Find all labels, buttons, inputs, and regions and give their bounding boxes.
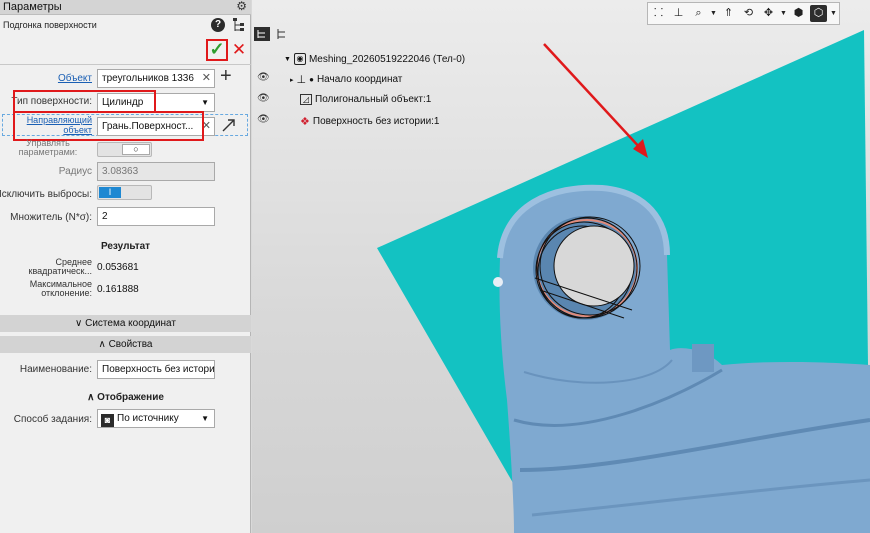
axis-icon: ⊥ xyxy=(296,74,307,86)
chevron-down-icon: ▼ xyxy=(201,414,209,423)
view-cube-icon[interactable]: ⬢ xyxy=(790,5,807,22)
result-heading: Результат xyxy=(100,241,151,252)
toggle-knob: I xyxy=(99,187,121,198)
shaded-display-icon[interactable]: ⬡ xyxy=(810,5,827,22)
tree-root[interactable]: ▼ ◉ Meshing_20260519222046 (Тел-0) xyxy=(284,53,465,65)
pan-icon[interactable]: ✥ xyxy=(760,5,777,22)
radius-label: Радиус xyxy=(58,166,92,177)
coordinate-system-icon[interactable]: ⊥ xyxy=(670,5,687,22)
add-icon[interactable]: + xyxy=(220,66,232,86)
collapse-icon[interactable]: ▸ xyxy=(290,76,294,84)
name-input[interactable]: Поверхность без истории xyxy=(97,360,215,379)
eye-icon[interactable]: 👁 xyxy=(257,114,270,125)
tree-filter-icon[interactable] xyxy=(274,27,290,41)
ok-button[interactable]: ✓ xyxy=(206,39,228,61)
point-icon: ● xyxy=(309,75,314,84)
outliers-toggle[interactable]: I xyxy=(97,185,152,200)
method-label: Способ задания: xyxy=(13,414,92,425)
radius-field: 3.08363 xyxy=(97,162,215,181)
body-icon: ◉ xyxy=(293,53,306,65)
cancel-button[interactable]: ✕ xyxy=(231,40,247,60)
model-viewport[interactable]: ⸬ ⊥ ⌕ ▼ ⇑ ⟲ ✥ ▼ ⬢ ⬡ ▼ ▼ ◉ Meshing_202605… xyxy=(252,0,870,533)
object-value: треугольников 1336 xyxy=(102,73,194,84)
mesh-object-icon: ◿ xyxy=(300,94,312,105)
tree-item-surface[interactable]: ❖ Поверхность без истории:1 xyxy=(300,115,440,128)
toggle-knob: ○ xyxy=(122,144,150,155)
multiplier-label: Множитель (N*σ): xyxy=(10,212,92,223)
max-dev-value: 0.161888 xyxy=(97,284,139,295)
multiplier-input[interactable]: 2 xyxy=(97,207,215,226)
annotation-arrow xyxy=(543,43,648,158)
chevron-down-icon[interactable]: ▼ xyxy=(830,5,837,22)
method-select[interactable]: ◙ По источнику ▼ xyxy=(97,409,215,428)
expand-icon[interactable]: ▼ xyxy=(284,56,291,63)
clear-icon[interactable]: ✕ xyxy=(202,70,211,87)
coord-system-section[interactable]: ∨ Система координат xyxy=(0,315,251,332)
tree-structure-icon[interactable] xyxy=(231,17,245,33)
direction-field[interactable]: Грань.Поверхност... ✕ xyxy=(97,117,215,136)
name-label: Наименование: xyxy=(19,364,92,375)
rms-label-line2: квадратическ... xyxy=(28,266,92,276)
object-field[interactable]: треугольников 1336 ✕ xyxy=(97,69,215,88)
arrow-direction-icon[interactable] xyxy=(220,116,238,134)
direction-value: Грань.Поверхност... xyxy=(102,121,194,132)
clear-icon[interactable]: ✕ xyxy=(202,118,211,135)
command-name: Подгонка поверхности xyxy=(3,20,97,30)
outliers-label: Исключить выбросы: xyxy=(0,189,92,200)
parameters-panel: Параметры ⚙ Подгонка поверхности ? ✓ ✕ О… xyxy=(0,0,251,533)
surface-type-value: Цилиндр xyxy=(102,97,144,108)
source-icon: ◙ xyxy=(101,414,114,427)
direction-label-line2[interactable]: объект xyxy=(63,126,92,135)
tree-item-polygon[interactable]: ◿ Полигональный объект:1 xyxy=(300,94,431,105)
grid-icon[interactable]: ⸬ xyxy=(650,5,667,22)
gear-icon[interactable]: ⚙ xyxy=(236,0,247,13)
params-toggle[interactable]: ○ xyxy=(97,142,152,157)
tree-item-label: Полигональный объект:1 xyxy=(315,94,432,105)
max-dev-label-line2: отклонение: xyxy=(41,288,92,298)
params-label-line2: параметрами: xyxy=(18,147,78,157)
direction-label-line1[interactable]: Направляющий xyxy=(27,116,92,125)
rotate-icon[interactable]: ⟲ xyxy=(740,5,757,22)
panel-titlebar: Параметры ⚙ xyxy=(0,0,251,15)
chevron-down-icon[interactable]: ▼ xyxy=(780,5,787,22)
display-heading[interactable]: ∧ Отображение xyxy=(0,392,251,403)
surface-type-select[interactable]: Цилиндр ▼ xyxy=(97,93,215,112)
tree-item-label: Начало координат xyxy=(316,74,403,85)
chevron-down-icon[interactable]: ▼ xyxy=(710,5,717,22)
eye-icon[interactable]: 👁 xyxy=(257,93,270,104)
help-icon[interactable]: ? xyxy=(211,18,225,32)
rms-value: 0.053681 xyxy=(97,262,139,273)
divider xyxy=(0,64,251,65)
tree-panel-icon[interactable] xyxy=(254,27,270,41)
view-toolbar: ⸬ ⊥ ⌕ ▼ ⇑ ⟲ ✥ ▼ ⬢ ⬡ ▼ xyxy=(647,2,840,25)
properties-section[interactable]: ∧ Свойства xyxy=(0,336,251,353)
surface-type-label: Тип поверхности: xyxy=(11,96,92,107)
panel-title: Параметры xyxy=(3,1,62,13)
object-label[interactable]: Объект xyxy=(58,73,92,84)
eye-icon[interactable]: 👁 xyxy=(257,72,270,83)
tree-item-label: Поверхность без истории:1 xyxy=(312,116,440,127)
surface-icon: ❖ xyxy=(300,116,310,128)
tree-root-label: Meshing_20260519222046 (Тел-0) xyxy=(308,53,466,65)
chevron-down-icon: ▼ xyxy=(201,98,209,107)
zoom-icon[interactable]: ⌕ xyxy=(690,5,707,22)
orientation-icon[interactable]: ⇑ xyxy=(720,5,737,22)
tree-item-origin[interactable]: ▸ ⊥ ● Начало координат xyxy=(290,73,402,86)
method-value: По источнику xyxy=(117,413,179,424)
